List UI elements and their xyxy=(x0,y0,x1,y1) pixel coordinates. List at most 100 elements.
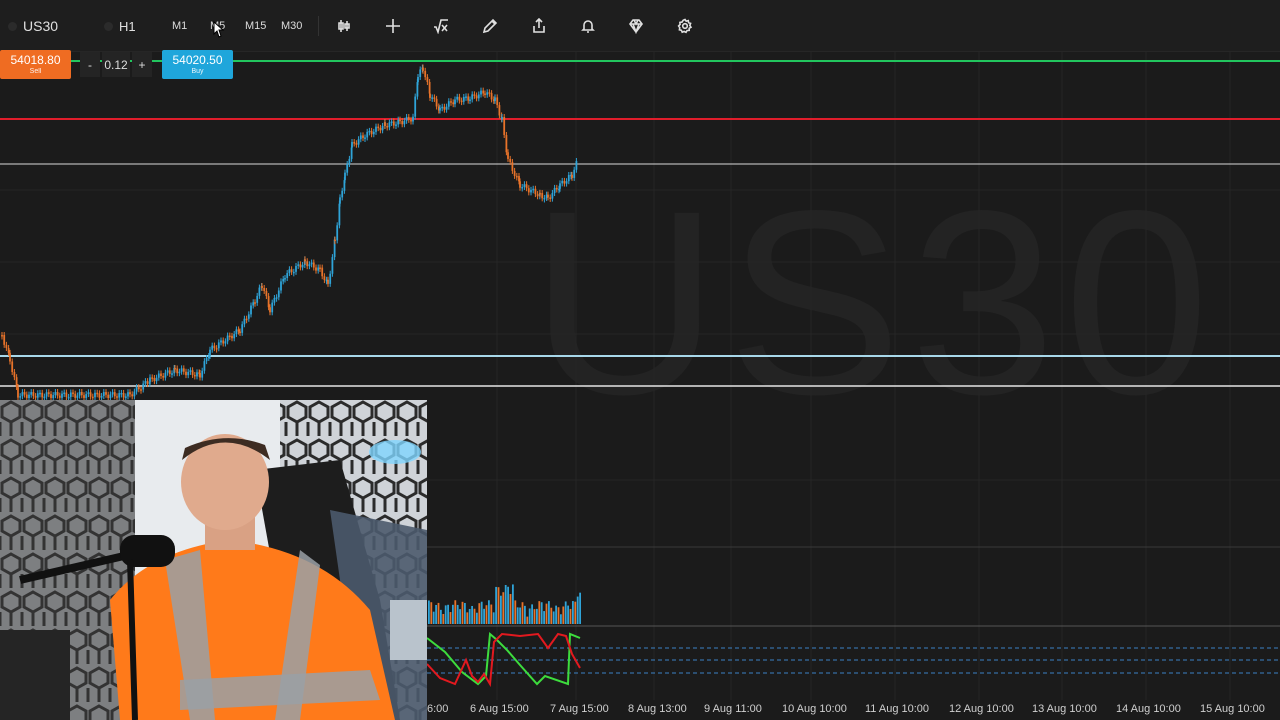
alert-bell-icon[interactable] xyxy=(577,15,599,37)
candle-body xyxy=(245,318,248,321)
candle-body xyxy=(523,184,526,187)
volume-bar xyxy=(497,587,500,624)
candle-body xyxy=(348,158,351,165)
time-axis-label: 13 Aug 10:00 xyxy=(1032,703,1097,715)
candle-body xyxy=(11,361,14,373)
candle-body xyxy=(462,96,465,102)
candle-body xyxy=(447,101,450,107)
volume-bar xyxy=(466,612,469,624)
time-axis-label: 10 Aug 10:00 xyxy=(782,703,847,715)
candle-body xyxy=(105,392,107,395)
candle-body xyxy=(565,181,568,184)
candle-body xyxy=(267,296,270,308)
candle-body xyxy=(341,190,344,198)
candle-body xyxy=(111,392,114,395)
volume-bar xyxy=(468,608,471,624)
volume-bar xyxy=(456,604,459,624)
candle-body xyxy=(346,164,349,173)
candle-body xyxy=(142,383,145,390)
candle-body xyxy=(390,121,393,123)
candle-body xyxy=(43,396,46,399)
candle-body xyxy=(407,116,410,120)
candle-body xyxy=(359,135,362,140)
candle-body xyxy=(290,269,293,272)
candle-body xyxy=(473,94,476,96)
candle-body xyxy=(575,161,578,170)
candle-body xyxy=(96,392,99,395)
settings-gear-icon[interactable] xyxy=(674,15,696,37)
chart-type-icon[interactable] xyxy=(333,15,355,37)
candle-body xyxy=(286,273,289,278)
candle-body xyxy=(419,69,422,78)
volume-bar xyxy=(435,604,437,624)
volume-bar xyxy=(555,605,557,624)
candle-body xyxy=(312,262,315,268)
candle-body xyxy=(269,307,271,313)
candle-body xyxy=(494,97,496,101)
candle-body xyxy=(21,392,24,397)
candle-body xyxy=(488,92,491,94)
volume-bar xyxy=(480,601,483,624)
candle-body xyxy=(34,396,37,398)
candle-body xyxy=(7,347,10,353)
volume-bar xyxy=(490,604,493,624)
candle-body xyxy=(429,93,431,98)
candle-body xyxy=(357,139,360,145)
drawing-pencil-icon[interactable] xyxy=(479,15,501,37)
volume-bar xyxy=(509,594,512,624)
candle-body xyxy=(334,239,336,242)
volume-bar xyxy=(560,614,562,624)
sell-button[interactable]: 54018.80 Sell xyxy=(0,50,71,79)
candle-body xyxy=(443,106,446,110)
candle-body xyxy=(144,381,147,384)
candle-body xyxy=(379,127,382,131)
candle-body xyxy=(135,387,138,392)
candle-body xyxy=(336,225,339,241)
candle-body xyxy=(295,265,297,272)
quantity-decrease-button[interactable]: - xyxy=(80,52,100,77)
candle-body xyxy=(254,302,256,304)
candle-body xyxy=(563,180,566,184)
buy-button[interactable]: 54020.50 Buy xyxy=(162,50,233,79)
mouse-cursor-icon xyxy=(213,21,225,38)
candle-body xyxy=(549,197,552,199)
candle-body xyxy=(397,119,400,125)
time-axis-label: 7 Aug 15:00 xyxy=(550,703,609,715)
candle-body xyxy=(160,373,162,377)
indicators-icon[interactable] xyxy=(430,15,452,37)
candle-body xyxy=(280,281,282,291)
timeframe-m1-button[interactable]: M1 xyxy=(172,14,187,38)
candle-body xyxy=(536,194,539,197)
candle-body xyxy=(496,97,499,106)
quantity-increase-button[interactable]: + xyxy=(132,52,152,77)
volume-bar xyxy=(516,607,519,624)
volume-bar xyxy=(449,612,452,624)
candle-body xyxy=(288,269,291,274)
timeframe-m30-button[interactable]: M30 xyxy=(281,14,302,38)
time-axis-label: 15 Aug 10:00 xyxy=(1200,703,1265,715)
candle-body xyxy=(45,392,48,397)
volume-bar xyxy=(488,600,490,624)
quantity-input[interactable]: 0.12 xyxy=(102,52,130,77)
candle-body xyxy=(399,119,401,122)
volume-bar xyxy=(444,605,447,624)
oscillator-line-green xyxy=(426,631,581,686)
candle-body xyxy=(191,370,194,375)
candle-body xyxy=(480,90,482,95)
timeframe-m15-button[interactable]: M15 xyxy=(245,14,266,38)
share-icon[interactable] xyxy=(528,15,550,37)
candle-body xyxy=(541,193,544,199)
volume-bar xyxy=(459,609,461,624)
volume-bar xyxy=(519,607,521,624)
candle-body xyxy=(131,394,134,397)
volume-bar xyxy=(478,603,481,624)
candle-body xyxy=(304,259,306,262)
volume-bar xyxy=(440,609,442,624)
candle-body xyxy=(224,341,227,344)
premium-diamond-icon[interactable] xyxy=(625,15,647,37)
volume-bar xyxy=(454,600,457,624)
crosshair-icon[interactable] xyxy=(382,15,404,37)
candle-body xyxy=(433,97,436,99)
timeframe-selector[interactable]: H1 xyxy=(104,14,136,38)
symbol-selector[interactable]: US30 xyxy=(8,14,58,38)
